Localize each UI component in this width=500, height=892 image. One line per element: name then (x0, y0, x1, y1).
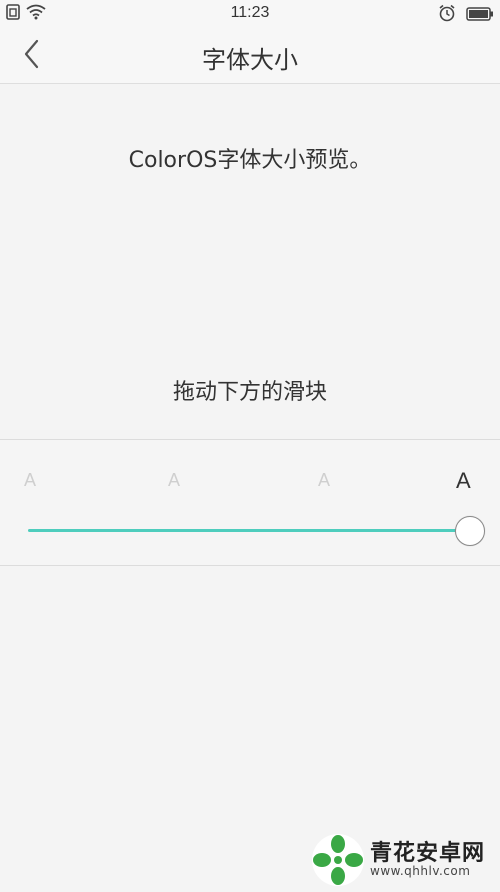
slider-thumb[interactable] (455, 516, 485, 546)
battery-icon (466, 6, 494, 21)
slider-track[interactable] (28, 529, 460, 532)
watermark-url: www.qhhlv.com (370, 863, 471, 878)
watermark: 青花安卓网 www.qhhlv.com (310, 830, 500, 889)
font-size-label-3[interactable]: A (318, 470, 330, 491)
font-size-label-1[interactable]: A (24, 470, 36, 491)
slider-hint-text: 拖动下方的滑块 (172, 380, 327, 405)
qinghua-logo-icon (310, 832, 366, 888)
font-size-label-4[interactable]: A (456, 468, 471, 494)
status-bar: 11:23 (0, 0, 500, 28)
font-size-label-2[interactable]: A (168, 470, 180, 491)
status-time: 11:23 (230, 4, 270, 21)
font-preview-text: ColorOS字体大小预览。 (128, 148, 372, 173)
font-size-slider-panel: A A A A (0, 439, 500, 566)
app-bar: 字体大小 (0, 28, 500, 84)
page-title: 字体大小 (202, 46, 298, 74)
alarm-icon (438, 4, 456, 22)
watermark-title: 青花安卓网 (370, 840, 486, 866)
